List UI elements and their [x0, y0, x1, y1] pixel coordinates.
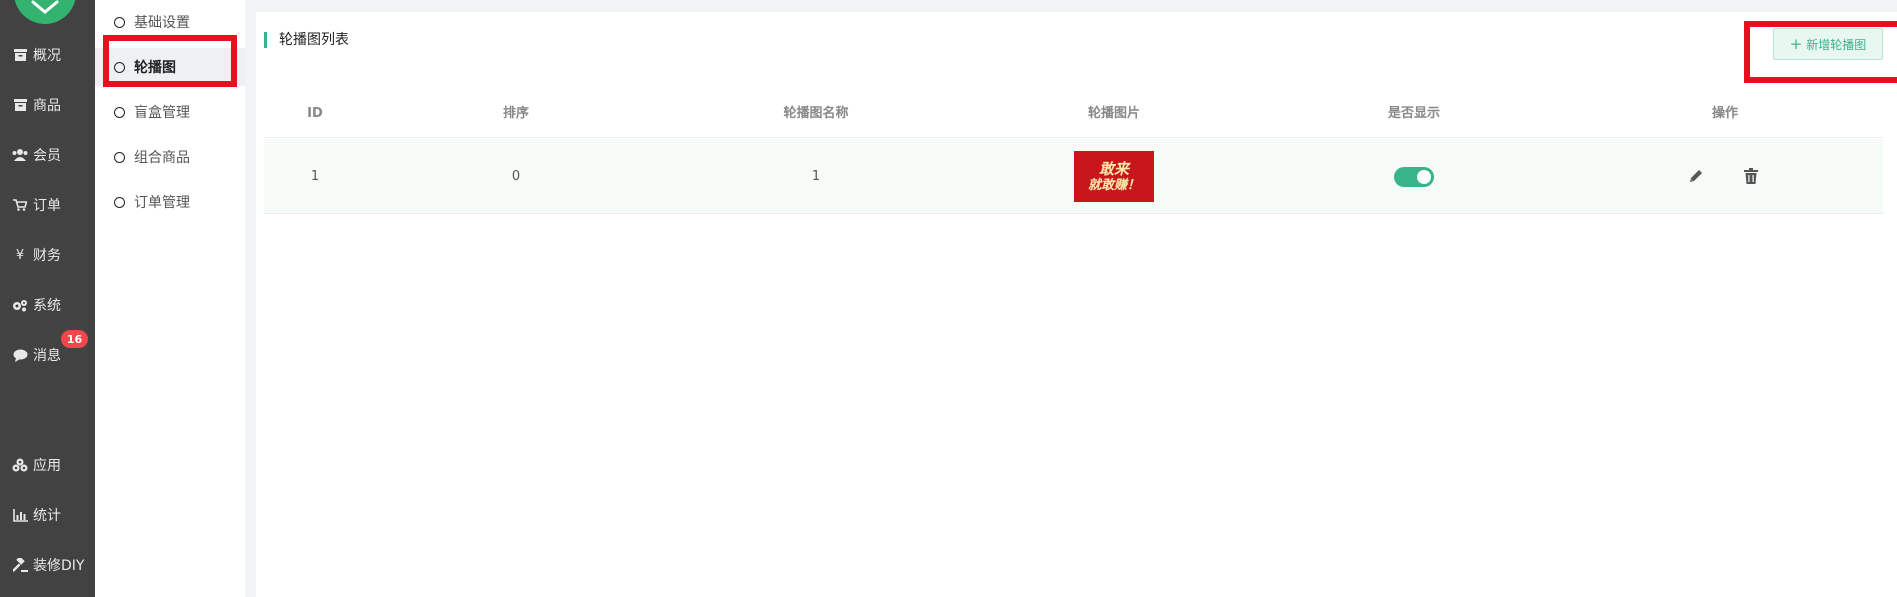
nav-item-decoration[interactable]: 装修DIY	[0, 550, 95, 580]
nav-item-label: 装修DIY	[33, 558, 85, 574]
column-header-image: 轮播图片	[1087, 106, 1141, 121]
nav-item-goods[interactable]: 商品	[0, 90, 95, 120]
users-icon	[11, 147, 29, 163]
nav-item-system[interactable]: 系统	[0, 290, 95, 320]
nav-item-label: 系统	[33, 298, 61, 314]
toggle-knob	[1417, 170, 1431, 184]
circle-icon	[114, 196, 125, 208]
cubes-icon	[11, 457, 29, 473]
table-row: 1 0 1 敢来 就敢赚！	[264, 139, 1883, 214]
circle-icon	[114, 61, 125, 73]
sub-item-carousel[interactable]: 轮播图	[95, 48, 245, 86]
plus-icon: +	[1789, 35, 1803, 53]
panel-title: 轮播图列表	[264, 32, 349, 48]
nav-item-label: 统计	[33, 508, 61, 524]
column-header-actions: 操作	[1711, 106, 1739, 121]
main-nav: 概况 商品 会员 订单 ¥ 财务 系统 消息 16 应用 统计 装修DIY	[0, 0, 95, 597]
gears-icon	[11, 297, 29, 313]
sub-item-label: 轮播图	[134, 60, 176, 76]
sub-item-label: 盲盒管理	[134, 105, 190, 121]
sub-item-order-management[interactable]: 订单管理	[95, 183, 245, 221]
chat-icon	[11, 347, 29, 363]
nav-item-orders[interactable]: 订单	[0, 190, 95, 220]
column-header-id: ID	[307, 106, 323, 121]
carousel-thumbnail[interactable]: 敢来 就敢赚！	[1074, 151, 1154, 202]
circle-icon	[114, 106, 125, 118]
cell-sort: 0	[511, 169, 521, 184]
sub-item-label: 基础设置	[134, 15, 190, 31]
column-header-sort: 排序	[502, 106, 530, 121]
sub-item-blindbox[interactable]: 盲盒管理	[95, 93, 245, 131]
thumbnail-text-line-2: 就敢赚！	[1087, 177, 1140, 193]
circle-icon	[114, 151, 125, 163]
table-header: ID 排序 轮播图名称 轮播图片 是否显示 操作	[264, 90, 1883, 138]
column-header-visible: 是否显示	[1387, 106, 1441, 121]
nav-item-label: 应用	[33, 458, 61, 474]
box-icon	[11, 97, 29, 113]
gavel-icon	[11, 557, 29, 573]
thumbnail-text-line-1: 敢来	[1098, 159, 1129, 178]
nav-item-members[interactable]: 会员	[0, 140, 95, 170]
add-carousel-label: 新增轮播图	[1806, 37, 1867, 52]
nav-item-stats[interactable]: 统计	[0, 500, 95, 530]
sub-menu: 基础设置 轮播图 盲盒管理 组合商品 订单管理	[95, 0, 245, 597]
cart-icon	[11, 197, 29, 213]
edit-icon[interactable]	[1685, 165, 1707, 187]
nav-item-finance[interactable]: ¥ 财务	[0, 240, 95, 270]
cell-name: 1	[811, 169, 821, 184]
carousel-list-panel: 轮播图列表 + 新增轮播图 ID 排序 轮播图名称 轮播图片 是否显示 操作 1…	[256, 12, 1897, 597]
visibility-toggle[interactable]	[1394, 167, 1434, 187]
nav-item-overview[interactable]: 概况	[0, 40, 95, 70]
nav-item-label: 财务	[33, 248, 61, 264]
sub-item-label: 订单管理	[134, 195, 190, 211]
logo[interactable]	[14, 0, 76, 24]
archive-icon	[11, 47, 29, 63]
sub-item-basic-settings[interactable]: 基础设置	[95, 3, 245, 41]
bar-chart-icon	[11, 507, 29, 523]
nav-item-label: 会员	[33, 148, 61, 164]
message-count-badge: 16	[61, 330, 88, 348]
yen-icon: ¥	[15, 247, 25, 263]
nav-item-label: 概况	[33, 48, 61, 64]
nav-item-apps[interactable]: 应用	[0, 450, 95, 480]
nav-item-label: 商品	[33, 98, 61, 114]
circle-icon	[114, 16, 125, 28]
cell-id: 1	[310, 169, 320, 184]
nav-item-label: 订单	[33, 198, 61, 214]
sub-item-label: 组合商品	[134, 150, 190, 166]
delete-icon[interactable]	[1740, 165, 1762, 187]
nav-item-label: 消息	[33, 348, 61, 364]
add-carousel-button[interactable]: + 新增轮播图	[1773, 28, 1883, 60]
sub-item-combo-goods[interactable]: 组合商品	[95, 138, 245, 176]
column-header-name: 轮播图名称	[783, 106, 849, 121]
